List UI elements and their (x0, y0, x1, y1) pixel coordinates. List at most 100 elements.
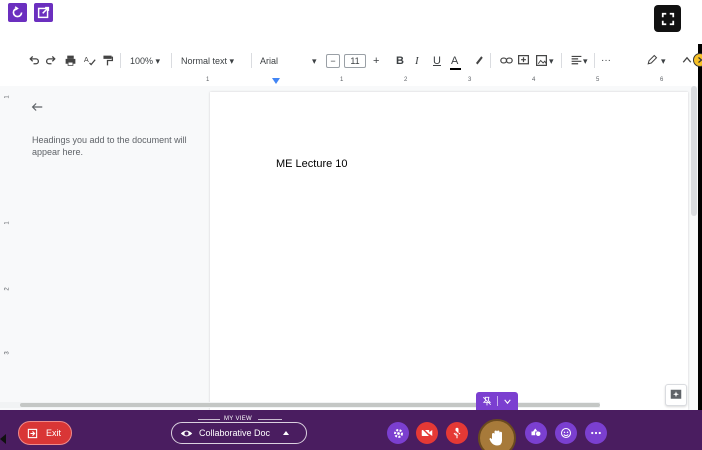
mic-off-icon (451, 427, 463, 439)
explore-icon (670, 389, 682, 399)
undo-icon (28, 55, 39, 64)
paint-format-button[interactable] (100, 53, 114, 67)
vruler-mark: 2 (4, 287, 11, 291)
back-arrow-icon (31, 103, 43, 111)
ruler-mark: 2 (404, 77, 408, 83)
document-text[interactable]: ME Lecture 10 (276, 158, 348, 170)
zoom-select[interactable]: 100% ▾ (130, 48, 160, 74)
shapes-icon (531, 428, 541, 436)
text-color-swatch (450, 68, 461, 70)
bold-button[interactable]: B (396, 48, 404, 74)
vruler-mark: 1 (4, 221, 11, 225)
camera-toggle-button[interactable] (416, 422, 438, 444)
undo-button[interactable] (26, 53, 40, 67)
font-dropdown-chevron[interactable]: ▾ (312, 48, 317, 74)
exit-label: Exit (46, 428, 62, 438)
vertical-scrollbar-thumb[interactable] (691, 86, 697, 216)
indent-marker[interactable] (272, 78, 280, 84)
style-value: Normal text (181, 56, 228, 66)
ruler-mark: 1 (206, 77, 210, 83)
font-size-value: 11 (350, 56, 360, 66)
horizontal-ruler: 1 1 2 3 4 5 6 (0, 77, 702, 86)
right-edge-border (698, 44, 702, 410)
decrease-font-button[interactable]: − (326, 54, 340, 68)
editing-mode-button[interactable] (645, 53, 659, 67)
align-button[interactable] (569, 53, 583, 67)
editing-mode-dropdown[interactable]: ▾ (661, 48, 666, 74)
increase-font-button[interactable]: + (373, 48, 379, 74)
ruler-mark: 3 (468, 77, 472, 83)
external-link-icon (37, 6, 50, 19)
style-select[interactable]: Normal text ▾ (181, 48, 234, 74)
pin-off-icon (483, 396, 492, 406)
font-value: Arial (260, 56, 279, 66)
print-button[interactable] (63, 53, 77, 67)
text-color-button[interactable]: A (451, 48, 458, 74)
refresh-button[interactable] (8, 3, 27, 22)
exit-icon (27, 428, 38, 438)
pin-controls[interactable] (476, 392, 518, 410)
raise-hand-button[interactable] (478, 419, 516, 450)
toolbar-divider (490, 53, 491, 68)
highlight-button[interactable] (472, 53, 486, 67)
image-dropdown[interactable]: ▾ (549, 48, 554, 74)
image-button[interactable] (534, 53, 548, 67)
toolbar-divider (120, 53, 121, 68)
outline-close-button[interactable] (30, 100, 44, 114)
view-label-line (198, 419, 220, 420)
explore-button[interactable] (665, 384, 687, 406)
vertical-scrollbar[interactable] (690, 86, 698, 400)
italic-button[interactable]: I (415, 48, 419, 74)
chevron-up-icon (682, 56, 692, 63)
top-strip (0, 0, 702, 44)
more-options-button[interactable] (585, 422, 607, 444)
view-label-line (258, 419, 282, 420)
settings-button[interactable] (387, 422, 409, 444)
meeting-control-bar: Exit MY VIEW Collaborative Doc (0, 410, 702, 450)
more-icon (591, 431, 601, 435)
ruler-mark: 5 (596, 77, 600, 83)
ruler-mark: 1 (340, 77, 344, 83)
mic-toggle-button[interactable] (446, 422, 468, 444)
chevron-right-icon (698, 57, 702, 63)
fullscreen-icon (661, 12, 674, 25)
more-tools-button[interactable]: ··· (601, 48, 611, 74)
exit-button[interactable]: Exit (18, 421, 72, 445)
hand-icon (489, 430, 502, 446)
refresh-icon (12, 6, 23, 18)
print-icon (65, 55, 75, 66)
shapes-button[interactable] (525, 422, 547, 444)
collapse-toolbar-button[interactable] (680, 53, 694, 67)
font-size-field[interactable]: 11 (344, 54, 366, 68)
comment-icon (517, 54, 529, 64)
document-area: 1 1 2 3 Headings you add to the document… (0, 86, 702, 410)
link-icon (499, 56, 513, 64)
emoji-icon (560, 427, 572, 439)
view-mode-select[interactable]: Collaborative Doc (171, 422, 307, 444)
spellcheck-button[interactable]: A (82, 53, 96, 67)
paint-format-icon (102, 55, 113, 65)
reactions-button[interactable] (555, 422, 577, 444)
comment-button[interactable] (516, 53, 530, 67)
font-select[interactable]: Arial (260, 48, 278, 74)
collapse-sidebar-arrow[interactable] (0, 434, 6, 444)
toolbar-divider (594, 53, 595, 68)
vruler-mark: 3 (4, 351, 11, 355)
align-dropdown[interactable]: ▾ (583, 48, 588, 74)
svg-text:A: A (83, 55, 88, 64)
view-mode-value: Collaborative Doc (199, 428, 271, 438)
document-page[interactable]: ME Lecture 10 (210, 92, 688, 410)
toolbar-divider (251, 53, 252, 68)
docs-toolbar: A 100% ▾ Normal text ▾ Arial ▾ − 11 + B … (0, 48, 702, 74)
eye-icon (180, 430, 193, 436)
spellcheck-icon: A (83, 55, 96, 65)
zoom-value: 100% (130, 56, 154, 66)
link-button[interactable] (499, 53, 513, 67)
underline-button[interactable]: U (433, 48, 441, 74)
fullscreen-button[interactable] (654, 5, 681, 32)
side-panel-handle[interactable] (693, 53, 702, 67)
redo-button[interactable] (44, 53, 58, 67)
outline-empty-hint: Headings you add to the document will ap… (32, 135, 187, 157)
open-external-button[interactable] (34, 3, 53, 22)
pin-divider (496, 396, 498, 406)
